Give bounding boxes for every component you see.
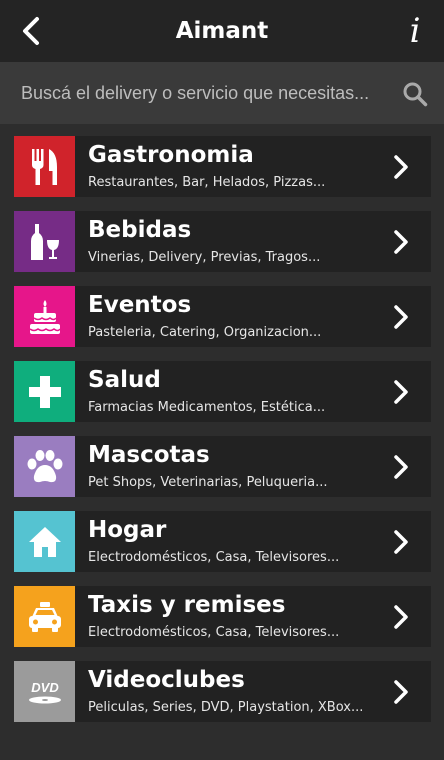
dvd-icon: DVD — [28, 680, 61, 703]
fork-knife-icon — [31, 148, 57, 185]
paw-icon — [27, 449, 62, 482]
category-item-salud[interactable]: Salud Farmacias Medicamentos, Estética..… — [14, 361, 431, 422]
category-icon-tile — [14, 361, 75, 422]
top-bar: Aimant i — [0, 0, 444, 62]
category-item-hogar[interactable]: Hogar Electrodomésticos, Casa, Televisor… — [14, 511, 431, 572]
category-icon-tile — [14, 136, 75, 197]
category-item-bebidas[interactable]: Bebidas Vinerias, Delivery, Previas, Tra… — [14, 211, 431, 272]
chevron-right-icon — [394, 605, 408, 629]
category-title: Eventos — [88, 292, 192, 318]
chevron-left-icon — [23, 17, 39, 45]
category-item-mascotas[interactable]: Mascotas Pet Shops, Veterinarias, Peluqu… — [14, 436, 431, 497]
category-icon-tile: DVD — [14, 661, 75, 722]
category-subtitle: Farmacias Medicamentos, Estética... — [88, 400, 326, 415]
category-title: Bebidas — [88, 217, 192, 243]
chevron-right-icon — [394, 155, 408, 179]
svg-text:DVD: DVD — [31, 680, 59, 695]
category-title: Taxis y remises — [88, 592, 286, 618]
category-item-videoclubes[interactable]: DVD Videoclubes Peliculas, Series, DVD, … — [14, 661, 431, 722]
category-subtitle: Peliculas, Series, DVD, Playstation, XBo… — [88, 700, 364, 715]
category-subtitle: Electrodomésticos, Casa, Televisores... — [88, 625, 340, 640]
category-title: Hogar — [88, 517, 167, 543]
page-title: Aimant — [175, 18, 269, 44]
category-subtitle: Restaurantes, Bar, Helados, Pizzas... — [88, 175, 326, 190]
category-title: Salud — [88, 367, 161, 393]
category-subtitle: Vinerias, Delivery, Previas, Tragos... — [88, 250, 321, 265]
chevron-right-icon — [394, 380, 408, 404]
chevron-right-icon — [394, 305, 408, 329]
category-item-gastronomia[interactable]: Gastronomia Restaurantes, Bar, Helados, … — [14, 136, 431, 197]
category-icon-tile — [14, 211, 75, 272]
category-icon-tile — [14, 511, 75, 572]
category-subtitle: Pasteleria, Catering, Organizacion... — [88, 325, 322, 340]
search-icon[interactable] — [402, 81, 428, 107]
category-title: Mascotas — [88, 442, 210, 468]
birthday-cake-icon — [29, 299, 61, 334]
category-icon-tile — [14, 436, 75, 497]
back-button[interactable] — [14, 14, 48, 48]
house-icon — [28, 526, 61, 557]
taxi-icon — [28, 601, 61, 632]
category-icon-tile — [14, 286, 75, 347]
search-bar — [0, 62, 444, 124]
category-item-taxis[interactable]: Taxis y remises Electrodomésticos, Casa,… — [14, 586, 431, 647]
chevron-right-icon — [394, 680, 408, 704]
wine-bottle-glass-icon — [30, 223, 59, 260]
category-subtitle: Pet Shops, Veterinarias, Peluqueria... — [88, 475, 328, 490]
category-title: Videoclubes — [88, 667, 245, 693]
category-icon-tile — [14, 586, 75, 647]
category-subtitle: Electrodomésticos, Casa, Televisores... — [88, 550, 340, 565]
chevron-right-icon — [394, 230, 408, 254]
chevron-right-icon — [394, 530, 408, 554]
health-cross-icon — [28, 375, 61, 408]
category-list: Gastronomia Restaurantes, Bar, Helados, … — [14, 136, 431, 736]
category-item-eventos[interactable]: Eventos Pasteleria, Catering, Organizaci… — [14, 286, 431, 347]
search-input[interactable] — [12, 72, 392, 114]
chevron-right-icon — [394, 455, 408, 479]
category-title: Gastronomia — [88, 142, 254, 168]
info-button[interactable]: i — [400, 10, 430, 52]
